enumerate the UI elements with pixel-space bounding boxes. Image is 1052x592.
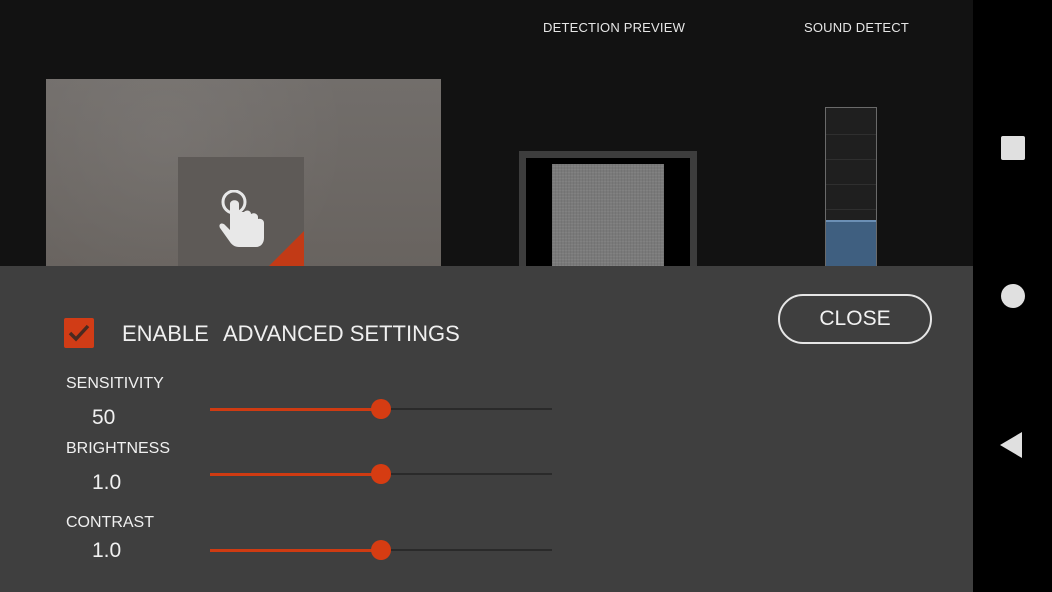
- square-icon[interactable]: [1001, 136, 1025, 160]
- triangle-back-icon[interactable]: [999, 431, 1023, 459]
- detection-preview-label: DETECTION PREVIEW: [543, 20, 686, 35]
- enable-checkbox[interactable]: [64, 318, 94, 348]
- slider-active-track: [210, 408, 381, 411]
- detection-preview: [519, 151, 697, 269]
- sensitivity-value: 50: [92, 406, 116, 429]
- meter-segment: [826, 184, 876, 185]
- slider-thumb[interactable]: [371, 464, 391, 484]
- contrast-value: 1.0: [92, 539, 122, 562]
- sensitivity-slider[interactable]: [210, 399, 552, 419]
- sensitivity-label: SENSITIVITY: [66, 375, 164, 392]
- brightness-label: BRIGHTNESS: [66, 440, 171, 457]
- slider-thumb[interactable]: [371, 399, 391, 419]
- sound-meter: [825, 107, 877, 269]
- close-button[interactable]: CLOSE: [778, 294, 932, 344]
- detection-preview-image: [552, 164, 664, 269]
- slider-thumb[interactable]: [371, 540, 391, 560]
- circle-icon[interactable]: [1001, 284, 1025, 308]
- check-icon: [68, 324, 90, 342]
- meter-segment: [826, 159, 876, 160]
- touch-hand-icon: [219, 190, 264, 247]
- touch-area[interactable]: [178, 157, 304, 269]
- contrast-label: CONTRAST: [66, 514, 154, 531]
- app-screen: DETECTION PREVIEW SOUND DETECT ENABLE AD…: [0, 0, 973, 592]
- brightness-slider[interactable]: [210, 464, 552, 484]
- sound-level-fill: [826, 220, 876, 268]
- slider-active-track: [210, 473, 381, 476]
- meter-segment: [826, 209, 876, 210]
- enable-label: ENABLE: [122, 321, 209, 346]
- meter-segment: [826, 134, 876, 135]
- contrast-slider[interactable]: [210, 540, 552, 560]
- detection-preview-canvas: [526, 158, 690, 269]
- sound-detect-label: SOUND DETECT: [804, 20, 909, 35]
- advanced-settings-panel: ENABLE ADVANCED SETTINGS CLOSE SENSITIVI…: [0, 266, 973, 592]
- advanced-settings-title: ADVANCED SETTINGS: [223, 321, 460, 346]
- brightness-value: 1.0: [92, 471, 122, 494]
- slider-active-track: [210, 549, 381, 552]
- resize-corner-icon[interactable]: [266, 231, 304, 269]
